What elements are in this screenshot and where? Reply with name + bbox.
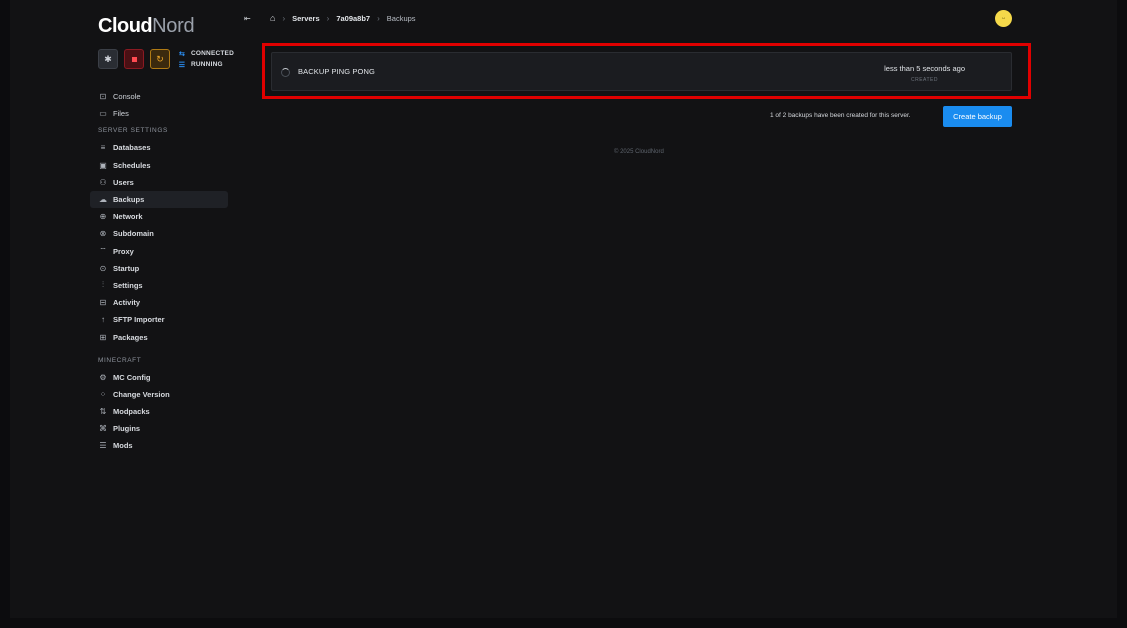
- sidebar-item-startup[interactable]: ⊙ Startup: [90, 260, 240, 277]
- footer-copyright: © 2025 CloudNord: [614, 149, 664, 155]
- cog-icon: ⚙: [99, 372, 107, 382]
- sidebar-item-label: Console: [113, 92, 141, 102]
- cloud-upload-icon: ☁: [99, 195, 107, 205]
- sidebar-item-label: Modpacks: [113, 407, 150, 417]
- sidebar-item-schedules[interactable]: ▣ Schedules: [90, 157, 240, 174]
- sidebar-item-label: Packages: [113, 332, 148, 342]
- sidebar-item-label: Backups: [113, 195, 145, 205]
- sidebar-item-plugins[interactable]: ⌘ Plugins: [90, 420, 240, 437]
- sidebar-item-proxy[interactable]: ⌔ Proxy: [90, 243, 240, 260]
- breadcrumb-server-id[interactable]: 7a09a8b7: [336, 14, 370, 23]
- server-status: ⇆ CONNECTED ☰ RUNNING: [178, 50, 234, 69]
- smiley-icon: ᵕ: [1001, 14, 1006, 23]
- sidebar-item-label: Change Version: [113, 389, 170, 399]
- loading-spinner-icon: [281, 68, 290, 77]
- window-frame-right: [1117, 0, 1127, 628]
- logo-text-bold: Cloud: [98, 15, 153, 37]
- sidebar: Cloud Nord ✱ ↻ ⇆ CONNECTED ☰ RUNNING ⊡ C…: [90, 0, 240, 628]
- sidebar-item-settings[interactable]: ⫶ Settings: [90, 277, 240, 294]
- database-icon: ≡: [100, 143, 106, 153]
- stop-button[interactable]: [124, 49, 144, 69]
- sidebar-item-label: SFTP Importer: [113, 315, 165, 325]
- home-icon[interactable]: ⌂: [270, 13, 275, 23]
- collapse-sidebar-icon[interactable]: ⇤: [244, 14, 258, 23]
- avatar[interactable]: ᵕ: [995, 10, 1012, 27]
- list-icon: ☰: [99, 441, 107, 451]
- backup-created-time: less than 5 seconds ago: [884, 64, 965, 73]
- puzzle-icon: ⌘: [99, 424, 107, 434]
- sidebar-item-activity[interactable]: ⊟ Activity: [90, 294, 240, 311]
- backup-name: BACKUP PING PONG: [298, 67, 375, 76]
- sidebar-item-label: Subdomain: [113, 229, 154, 239]
- server-icon: ☰: [178, 61, 186, 69]
- restart-button[interactable]: ↻: [150, 49, 170, 69]
- play-circle-icon: ⊙: [99, 263, 107, 273]
- sidebar-item-change-version[interactable]: ⁘ Change Version: [90, 386, 240, 403]
- sidebar-item-sftp-importer[interactable]: ↑ SFTP Importer: [90, 311, 240, 328]
- sidebar-item-console[interactable]: ⊡ Console: [90, 88, 240, 105]
- sidebar-item-label: Plugins: [113, 424, 141, 434]
- logo-text-light: Nord: [152, 15, 195, 37]
- folder-icon: ▭: [99, 109, 107, 119]
- sidebar-item-network[interactable]: ⊕ Network: [90, 208, 240, 225]
- create-backup-button[interactable]: Create backup: [943, 106, 1012, 127]
- calendar-icon: ▣: [99, 160, 107, 170]
- sliders-icon: ⫶: [102, 280, 104, 290]
- sidebar-item-mods[interactable]: ☰ Mods: [90, 437, 240, 454]
- sidebar-item-packages[interactable]: ⊞ Packages: [90, 328, 240, 345]
- globe-alt-icon: ⊗: [99, 229, 107, 239]
- power-controls: ✱ ↻ ⇆ CONNECTED ☰ RUNNING: [98, 49, 234, 69]
- sidebar-item-label: Files: [113, 109, 129, 119]
- section-title-server-settings: SERVER SETTINGS: [98, 127, 168, 135]
- chevron-right-icon: ›: [377, 13, 380, 23]
- sidebar-item-subdomain[interactable]: ⊗ Subdomain: [90, 225, 240, 242]
- sidebar-item-label: Schedules: [113, 160, 151, 170]
- window-frame-left: [0, 0, 10, 628]
- link-icon: ⇆: [178, 50, 186, 58]
- terminal-icon: ⊡: [99, 92, 107, 102]
- sidebar-item-modpacks[interactable]: ⇅ Modpacks: [90, 403, 240, 420]
- restart-icon: ↻: [156, 53, 164, 64]
- running-status-label: RUNNING: [191, 61, 223, 68]
- grid-icon: ⁘: [99, 389, 107, 399]
- sidebar-item-label: Databases: [113, 143, 151, 153]
- wifi-icon: ⌔: [99, 246, 107, 256]
- connection-status: ⇆ CONNECTED: [178, 50, 234, 58]
- stop-icon: [131, 56, 137, 62]
- gear-icon: ✱: [104, 53, 112, 64]
- backup-count-text: 1 of 2 backups have been created for thi…: [770, 112, 911, 119]
- globe-icon: ⊕: [99, 212, 107, 222]
- breadcrumb-current: Backups: [386, 13, 416, 23]
- chevron-right-icon: ›: [326, 13, 330, 23]
- running-status: ☰ RUNNING: [178, 61, 234, 69]
- sidebar-item-label: Activity: [113, 298, 141, 308]
- connection-status-label: CONNECTED: [191, 50, 234, 57]
- backup-created-label: CREATED: [910, 77, 938, 83]
- sidebar-item-label: Settings: [113, 280, 143, 290]
- breadcrumb-servers[interactable]: Servers: [292, 14, 320, 23]
- sidebar-item-databases[interactable]: ≡ Databases: [90, 139, 240, 156]
- sidebar-item-mc-config[interactable]: ⚙ MC Config: [90, 369, 240, 386]
- sidebar-item-label: Users: [113, 177, 134, 187]
- sidebar-item-files[interactable]: ▭ Files: [90, 105, 240, 122]
- arrow-up-icon: ↑: [101, 315, 105, 325]
- topbar: ⇤ ⌂ › Servers › 7a09a8b7 › Backups: [240, 10, 416, 26]
- sidebar-item-users[interactable]: ⚇ Users: [90, 174, 240, 191]
- monitor-icon: ⊟: [99, 298, 107, 308]
- section-title-minecraft: MINECRAFT: [98, 356, 142, 364]
- users-icon: ⚇: [99, 177, 107, 187]
- cloudnord-logo[interactable]: Cloud Nord: [98, 12, 195, 38]
- settings-power-button[interactable]: ✱: [98, 49, 118, 69]
- sidebar-item-label: Mods: [113, 441, 133, 451]
- sidebar-item-label: MC Config: [113, 372, 151, 382]
- sidebar-item-backups[interactable]: ☁ Backups: [90, 190, 228, 209]
- sidebar-item-label: Proxy: [113, 246, 134, 256]
- sidebar-item-label: Startup: [113, 263, 140, 273]
- arrows-up-down-icon: ⇅: [99, 407, 107, 417]
- package-icon: ⊞: [99, 332, 107, 342]
- backup-row[interactable]: BACKUP PING PONG less than 5 seconds ago…: [271, 52, 1012, 91]
- chevron-right-icon: ›: [282, 13, 286, 23]
- sidebar-item-label: Network: [113, 212, 143, 222]
- sidebar-nav: ⊡ Console ▭ Files SERVER SETTINGS ≡ Data…: [90, 88, 240, 455]
